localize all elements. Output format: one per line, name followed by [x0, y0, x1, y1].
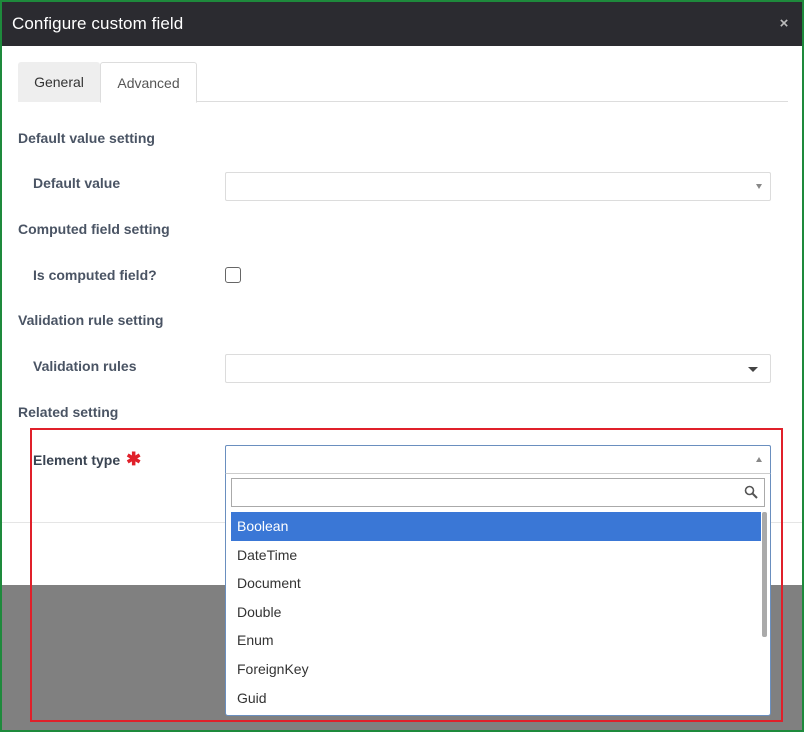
related-section-heading: Related setting	[18, 404, 119, 420]
computed-field-section-heading: Computed field setting	[18, 221, 170, 237]
highlight-annotation-box	[30, 428, 783, 722]
is-computed-field-checkbox[interactable]	[225, 267, 241, 283]
dialog-title-bar: Configure custom field ×	[2, 2, 802, 46]
validation-rule-section-heading: Validation rule setting	[18, 312, 164, 328]
dialog-window: Configure custom field × General Advance…	[0, 0, 804, 732]
is-computed-field-label: Is computed field?	[33, 267, 157, 283]
tab-general[interactable]: General	[18, 62, 100, 102]
tab-bar: General Advanced	[18, 62, 788, 103]
default-value-select[interactable]	[225, 172, 771, 201]
default-value-section-heading: Default value setting	[18, 130, 155, 146]
close-icon[interactable]: ×	[776, 16, 792, 32]
dialog-title: Configure custom field	[12, 14, 184, 33]
default-value-label: Default value	[33, 175, 121, 191]
tab-advanced[interactable]: Advanced	[100, 62, 197, 103]
validation-rules-select[interactable]	[225, 354, 771, 383]
validation-rules-label: Validation rules	[33, 358, 137, 374]
chevron-down-icon	[748, 367, 758, 372]
chevron-down-icon	[756, 184, 762, 189]
